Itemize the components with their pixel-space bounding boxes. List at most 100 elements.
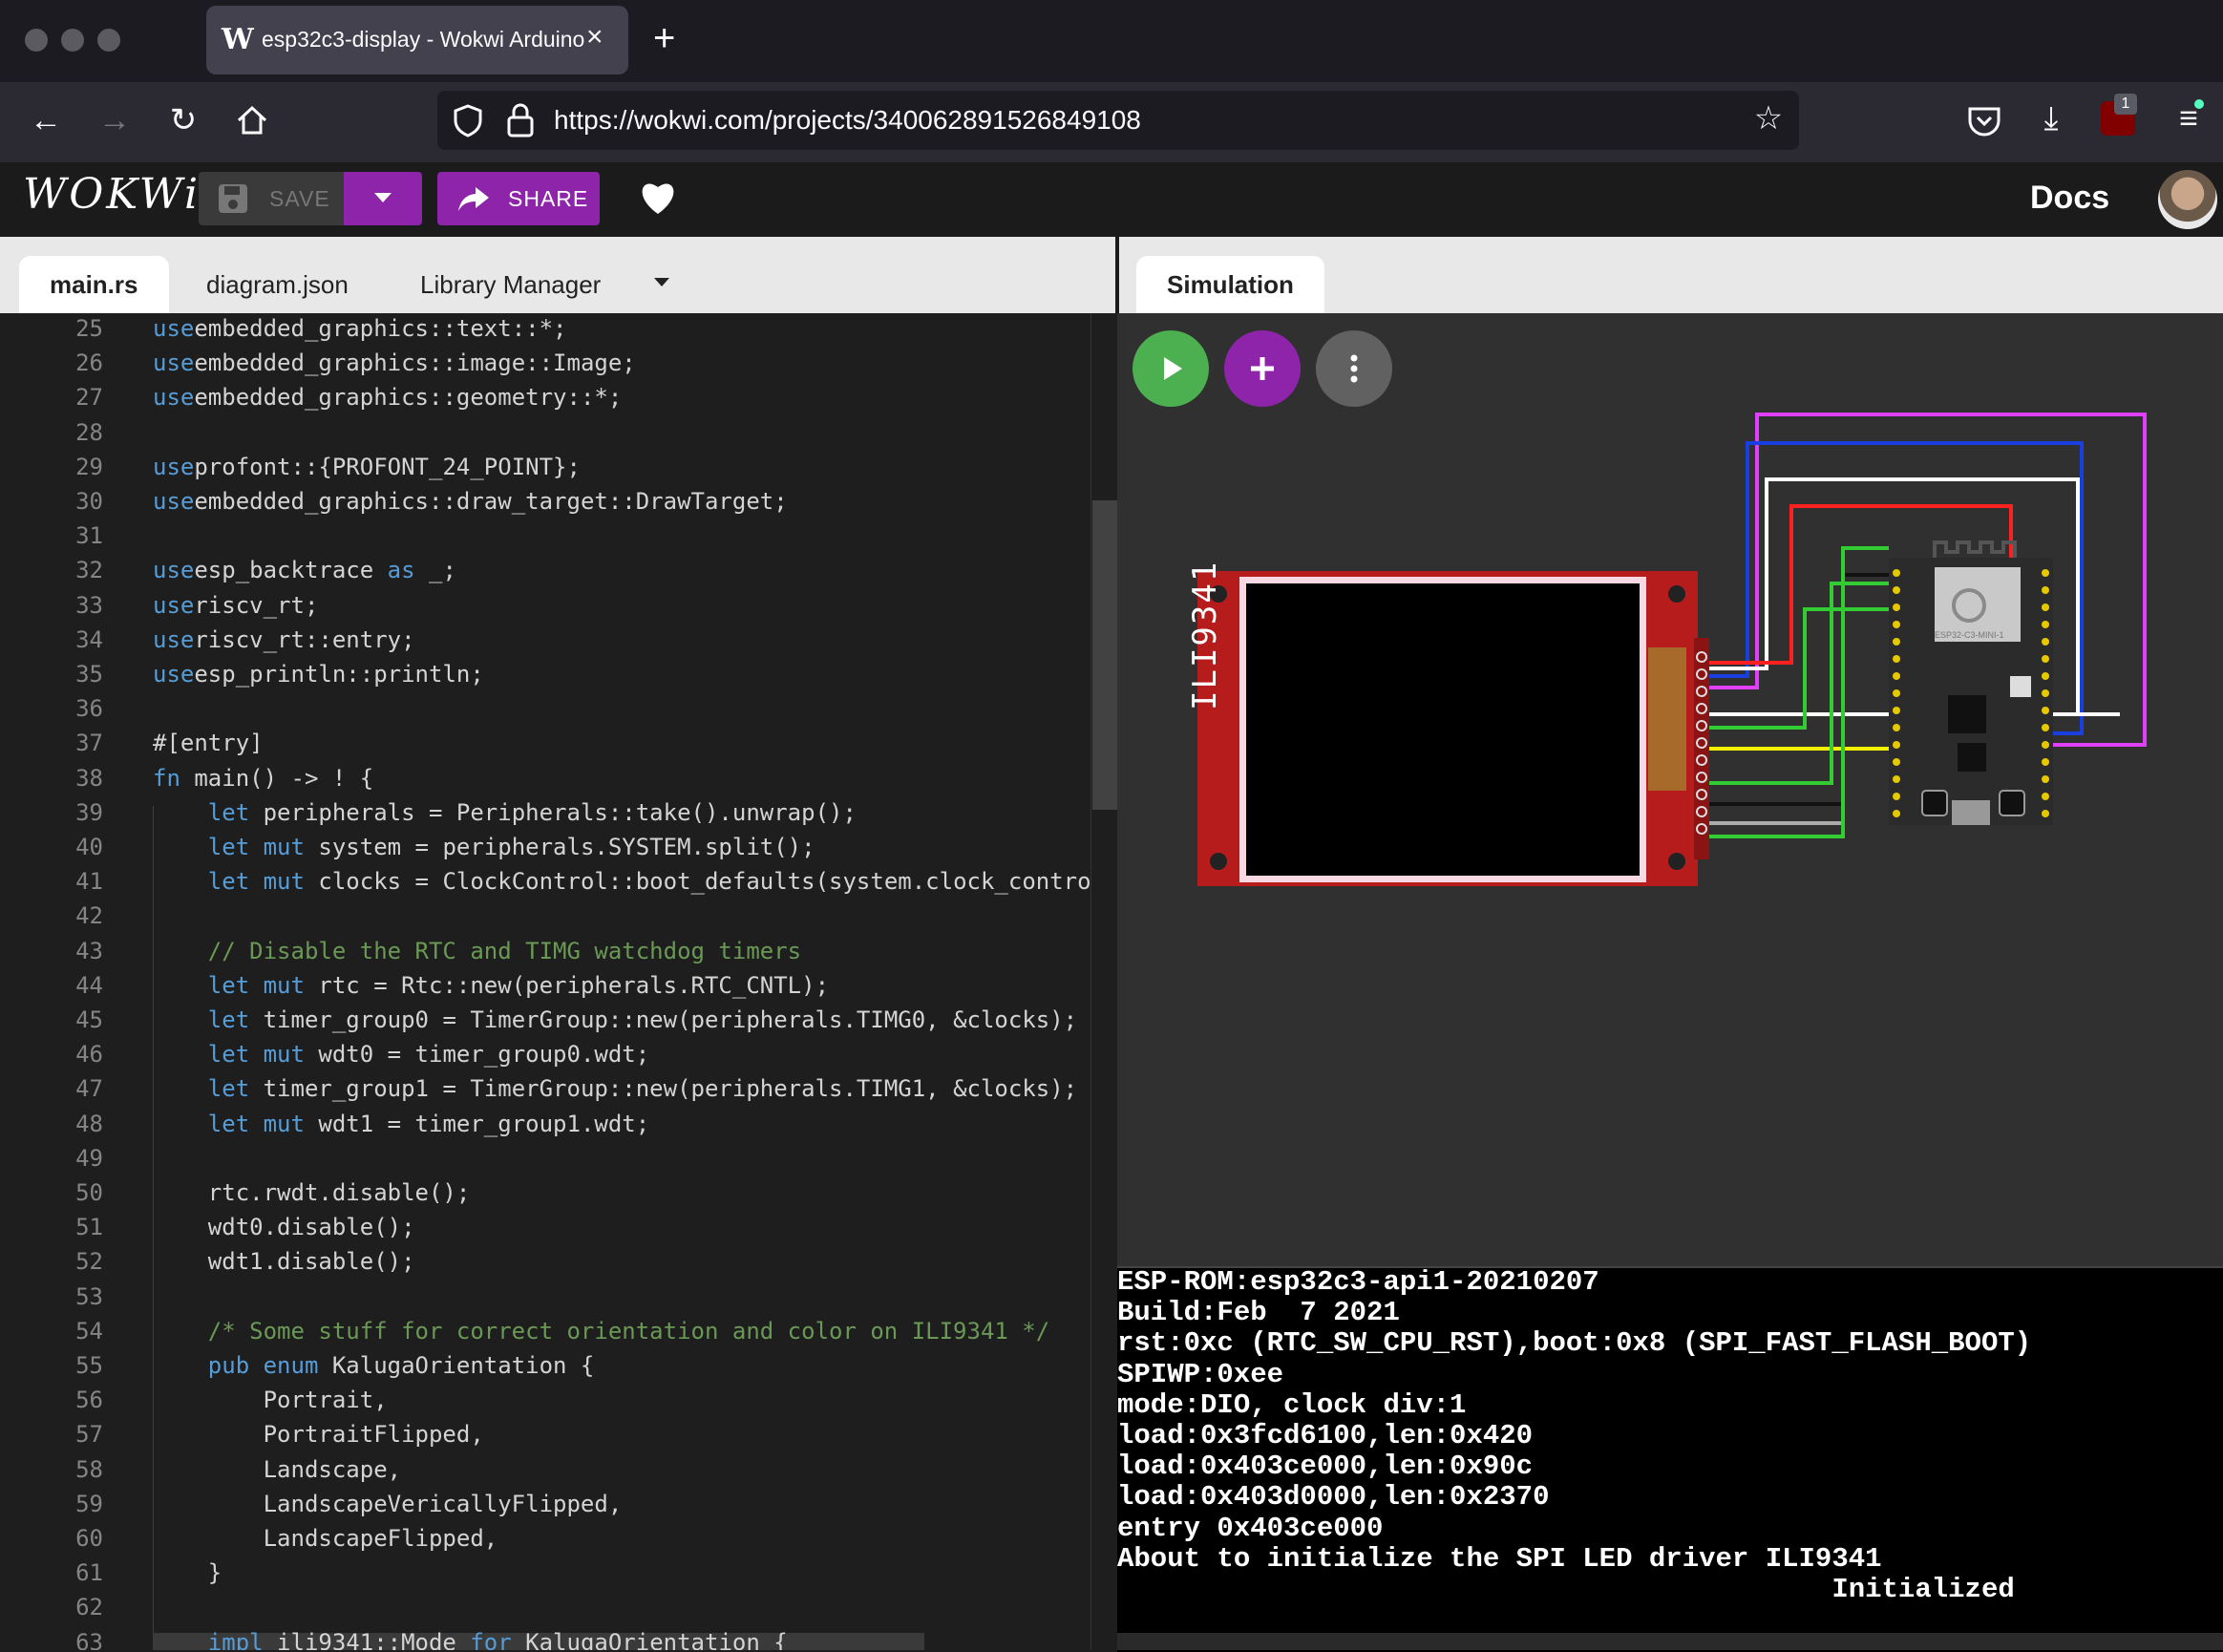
line-number: 61 bbox=[75, 1559, 103, 1587]
code-line[interactable]: } bbox=[153, 1559, 222, 1586]
code-line[interactable]: let peripherals = Peripherals::take().un… bbox=[153, 799, 857, 826]
line-number: 60 bbox=[75, 1525, 103, 1552]
code-line[interactable]: #[entry] bbox=[153, 730, 264, 756]
line-number: 31 bbox=[75, 522, 103, 550]
editor-scrollbar-thumb[interactable] bbox=[1092, 500, 1117, 810]
user-avatar[interactable] bbox=[2158, 170, 2217, 229]
code-line[interactable]: useembedded_graphics::draw_target::DrawT… bbox=[153, 488, 788, 515]
tab-library-manager[interactable]: Library Manager bbox=[390, 256, 631, 313]
code-line[interactable]: let mut system = peripherals.SYSTEM.spli… bbox=[153, 834, 815, 860]
wire-green-3 bbox=[1709, 546, 1889, 838]
code-editor[interactable]: 25 useembedded_graphics::text::*; 26 useemb… bbox=[0, 313, 1117, 1650]
window-minimize-dot[interactable] bbox=[61, 29, 84, 52]
line-number: 63 bbox=[75, 1628, 103, 1650]
line-number: 39 bbox=[75, 798, 103, 826]
tab-simulation[interactable]: Simulation bbox=[1136, 256, 1324, 313]
new-tab-button[interactable]: + bbox=[653, 17, 675, 60]
line-number: 47 bbox=[75, 1075, 103, 1103]
code-line[interactable]: wdt1.disable(); bbox=[153, 1248, 415, 1275]
forward-icon[interactable]: → bbox=[94, 101, 136, 139]
code-line[interactable]: let mut wdt0 = timer_group0.wdt; bbox=[153, 1041, 649, 1068]
tab-main-rs[interactable]: main.rs bbox=[19, 256, 169, 313]
line-number: 40 bbox=[75, 834, 103, 860]
code-line[interactable]: // Disable the RTC and TIMG watchdog tim… bbox=[153, 938, 801, 964]
code-line[interactable]: pub enum KalugaOrientation { bbox=[153, 1352, 595, 1379]
ili9341-display bbox=[1197, 571, 1709, 886]
share-arrow-icon bbox=[456, 183, 491, 219]
code-line[interactable]: Landscape, bbox=[153, 1456, 402, 1483]
line-number: 57 bbox=[75, 1421, 103, 1449]
downloads-icon[interactable]: ⤓ bbox=[2030, 99, 2072, 138]
share-label: SHARE bbox=[508, 186, 589, 211]
home-icon[interactable] bbox=[233, 101, 271, 144]
line-number: 53 bbox=[75, 1282, 103, 1310]
tabs-dropdown-icon[interactable] bbox=[651, 275, 672, 295]
window-zoom-dot[interactable] bbox=[97, 29, 120, 52]
line-number: 35 bbox=[75, 661, 103, 688]
code-line[interactable]: /* Some stuff for correct orientation an… bbox=[153, 1318, 1049, 1345]
tab-close-icon[interactable]: × bbox=[586, 21, 603, 53]
serial-line: ESP-ROM:esp32c3-api1-20210207 bbox=[1117, 1266, 1599, 1298]
pocket-icon[interactable] bbox=[1965, 103, 2003, 144]
serial-line: Build:Feb 7 2021 bbox=[1117, 1297, 1400, 1329]
serial-monitor-scrollbar[interactable] bbox=[1117, 1633, 2223, 1650]
wire-white-low bbox=[1709, 592, 1845, 825]
code-line[interactable]: Portrait, bbox=[153, 1387, 388, 1413]
line-number: 54 bbox=[75, 1317, 103, 1345]
code-line[interactable]: fn main() -> ! { bbox=[153, 765, 373, 792]
back-icon[interactable]: ← bbox=[25, 101, 67, 139]
code-line[interactable]: LandscapeVericallyFlipped, bbox=[153, 1491, 623, 1517]
code-line[interactable]: useesp_println::println; bbox=[153, 661, 484, 688]
code-line[interactable]: useembedded_graphics::geometry::*; bbox=[153, 384, 622, 411]
line-number: 25 bbox=[75, 315, 103, 342]
save-label: SAVE bbox=[269, 186, 330, 211]
tab-diagram-json[interactable]: diagram.json bbox=[176, 256, 379, 313]
code-line[interactable]: useriscv_rt; bbox=[153, 592, 318, 619]
serial-line: load:0x403d0000,len:0x2370 bbox=[1117, 1481, 1550, 1514]
line-number: 28 bbox=[75, 418, 103, 446]
heart-icon[interactable] bbox=[638, 180, 678, 221]
reload-icon[interactable]: ↻ bbox=[162, 101, 204, 139]
line-number: 55 bbox=[75, 1352, 103, 1379]
addon-badge: 1 bbox=[2114, 94, 2137, 115]
display-label: ILI9341 bbox=[1186, 560, 1224, 710]
code-line[interactable]: rtc.rwdt.disable(); bbox=[153, 1179, 471, 1206]
code-line[interactable]: useriscv_rt::entry; bbox=[153, 626, 415, 653]
wokwi-logo[interactable]: WOKWi bbox=[23, 170, 201, 219]
serial-line: rst:0xc (RTC_SW_CPU_RST),boot:0x8 (SPI_F… bbox=[1117, 1327, 2032, 1360]
board-label: ESP32-C3-MINI-1 bbox=[1935, 630, 2004, 640]
serial-line: mode:DIO, clock div:1 bbox=[1117, 1388, 1467, 1421]
line-number: 59 bbox=[75, 1490, 103, 1517]
line-number: 38 bbox=[75, 764, 103, 792]
shield-icon[interactable] bbox=[449, 101, 487, 144]
serial-line: entry 0x403ce000 bbox=[1117, 1512, 1384, 1544]
update-dot-icon bbox=[2194, 99, 2204, 109]
code-line[interactable]: useesp_backtrace as _; bbox=[153, 557, 456, 583]
code-line[interactable]: LandscapeFlipped, bbox=[153, 1525, 498, 1552]
code-line[interactable]: useprofont::{PROFONT_24_POINT}; bbox=[153, 454, 581, 480]
code-line[interactable]: let mut clocks = ClockControl::boot_defa… bbox=[153, 868, 1117, 895]
code-line[interactable]: wdt0.disable(); bbox=[153, 1214, 415, 1240]
code-line[interactable]: impl ili9341::Mode for KalugaOrientation… bbox=[153, 1629, 788, 1650]
code-line[interactable]: let mut wdt1 = timer_group1.wdt; bbox=[153, 1111, 649, 1137]
code-line[interactable]: useembedded_graphics::text::*; bbox=[153, 315, 567, 342]
bookmark-star-icon[interactable]: ☆ bbox=[1747, 99, 1789, 138]
code-line[interactable]: let timer_group1 = TimerGroup::new(perip… bbox=[153, 1075, 1077, 1102]
line-number: 32 bbox=[75, 557, 103, 584]
serial-line: load:0x3fcd6100,len:0x420 bbox=[1117, 1420, 1534, 1451]
docs-link[interactable]: Docs bbox=[2030, 180, 2109, 217]
lock-icon[interactable] bbox=[504, 101, 537, 144]
line-number: 37 bbox=[75, 730, 103, 757]
line-number: 56 bbox=[75, 1387, 103, 1414]
url-text[interactable]: https://wokwi.com/projects/3400628915268… bbox=[554, 105, 1141, 136]
wokwi-favicon-icon: W bbox=[222, 23, 254, 56]
caret-down-icon bbox=[370, 187, 395, 213]
window-close-dot[interactable] bbox=[25, 29, 48, 52]
line-number: 33 bbox=[75, 591, 103, 619]
code-line[interactable]: let mut rtc = Rtc::new(peripherals.RTC_C… bbox=[153, 972, 829, 999]
code-line[interactable]: useembedded_graphics::image::Image; bbox=[153, 349, 636, 376]
code-line[interactable]: let timer_group0 = TimerGroup::new(perip… bbox=[153, 1006, 1077, 1033]
code-line[interactable]: PortraitFlipped, bbox=[153, 1421, 484, 1448]
line-number: 51 bbox=[75, 1214, 103, 1241]
circuit-diagram[interactable] bbox=[1117, 313, 2223, 1266]
